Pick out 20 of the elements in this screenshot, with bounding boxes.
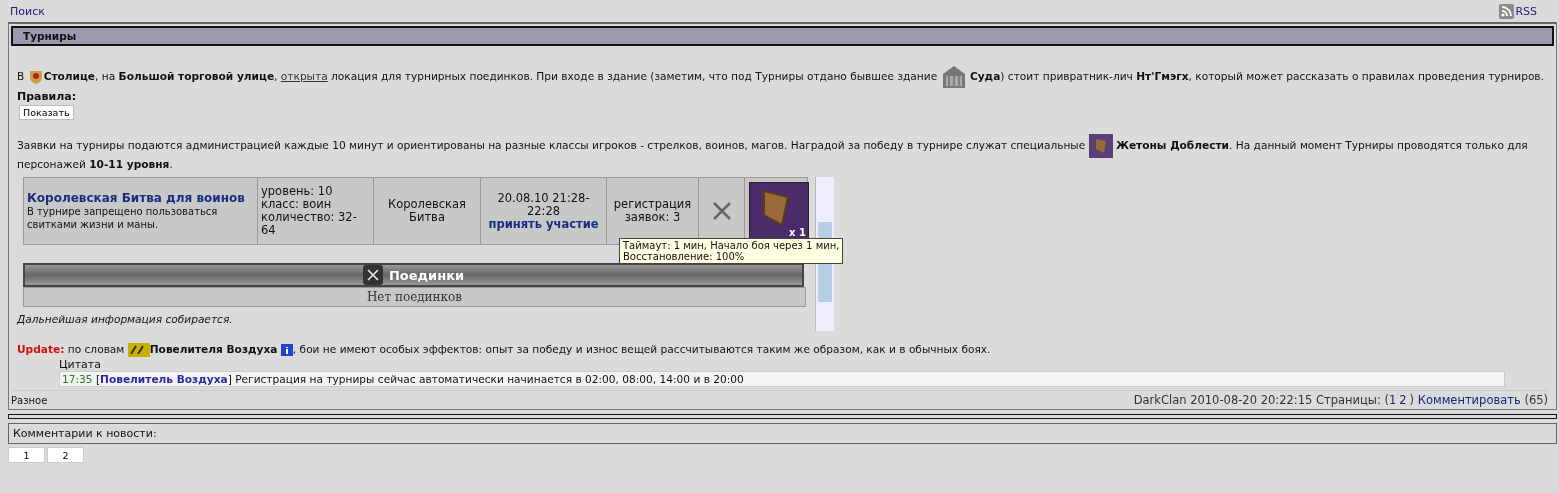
category-label: Разное — [11, 394, 48, 406]
tournament-type: Королевская Битва — [374, 178, 481, 244]
tournament-stats: уровень: 10 класс: воин количество: 32-64 — [258, 178, 374, 244]
note-text: Дальнейшая информация собирается. — [17, 313, 234, 325]
comments-header: Комментарии к новости: — [8, 423, 1557, 444]
tournament-description: В турнире запрещено пользоваться свитками жизни и маны. — [27, 205, 219, 231]
no-duels-text: Нет поединков — [366, 290, 463, 304]
update-paragraph: Update: по словам Повелителя Воздуха , бои не имеют особых эффектов: опыт за победу и износ вещей рассчитываются таким же образом, как и в обычных боях. — [17, 343, 992, 357]
panel-header: Турниры — [11, 26, 1554, 46]
tournament-time: 20.08.10 21:28-22:28 — [496, 191, 591, 218]
info-paragraph: Заявки на турниры подаются администрацией каждые 10 минут и ориентированы на разные классы игроков - стрелков, воинов, магов. Наградой за победу в турнире служат специальные Жетоны Доблести. На данный момент Турниры проводятся только для персонажей 10-11 уровня. — [17, 134, 1548, 171]
comment-count: (65) — [1524, 393, 1548, 407]
quote-box: 17:35 [Повелитель Воздуха] Регистрация на турниры сейчас автоматически начинается в 02:00, 08:00, 14:00 и в 20:00 — [59, 371, 1505, 387]
intro-paragraph: В Столице, на Большой торговой улице, открыта локация для турнирных поединков. При входе в здание (заметим, что под Турниры отдано бывшее здание Суда) стоит привратник-лич Нт'Гмэгх, который может рассказать о правилах проведения турниров. — [17, 64, 1548, 90]
post-meta: DarkClan 2010-08-20 20:22:15 Страницы: ( — [1133, 393, 1389, 407]
rules-label: Правила: — [17, 90, 78, 103]
reward-count: x 1 — [789, 226, 806, 239]
quote-label: Цитата — [59, 358, 102, 371]
duels-title: Поединки — [388, 267, 465, 283]
paren-text: ) — [1409, 393, 1415, 407]
